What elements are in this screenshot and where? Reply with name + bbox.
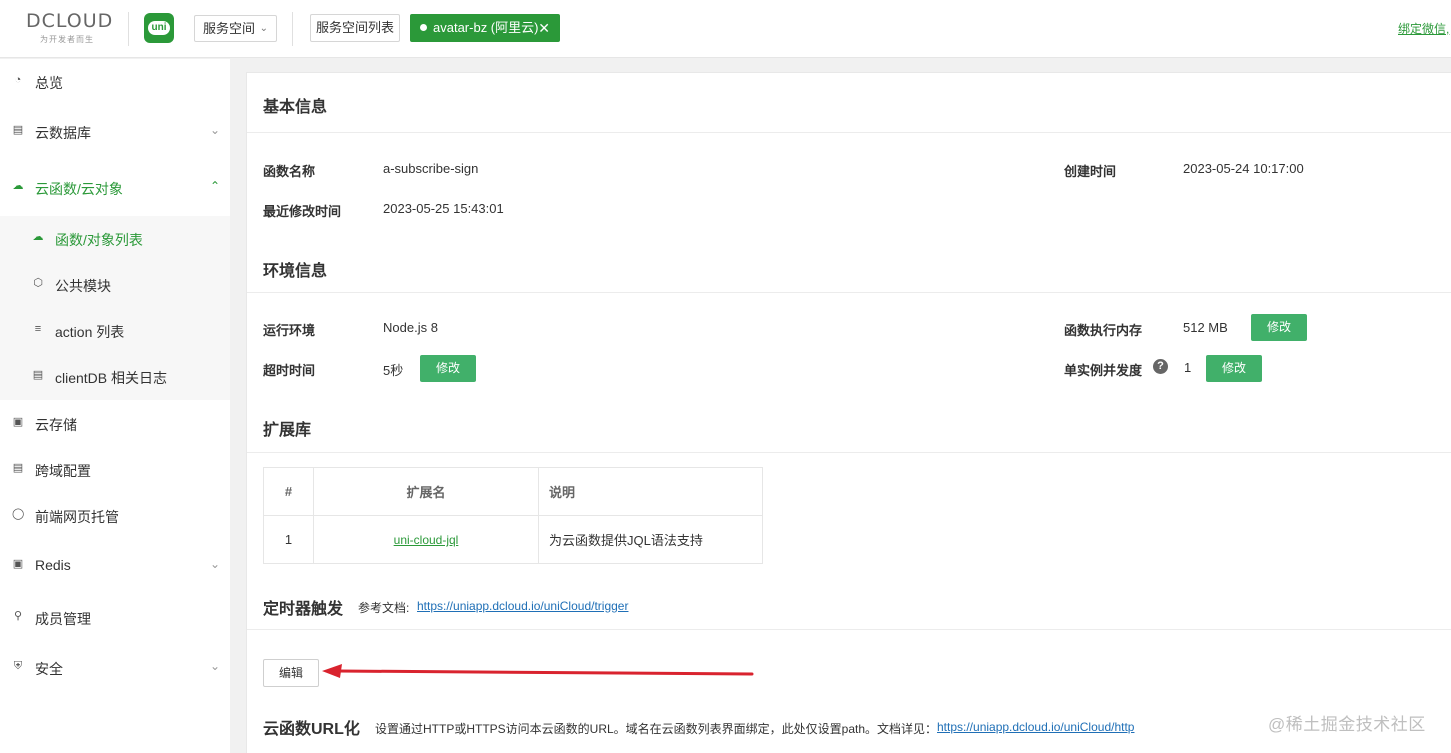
- arrow-head: [322, 664, 342, 678]
- watermark: @稀土掘金技术社区: [1268, 715, 1426, 734]
- annotation-arrow: [322, 664, 754, 678]
- arrow-shaft: [336, 669, 754, 676]
